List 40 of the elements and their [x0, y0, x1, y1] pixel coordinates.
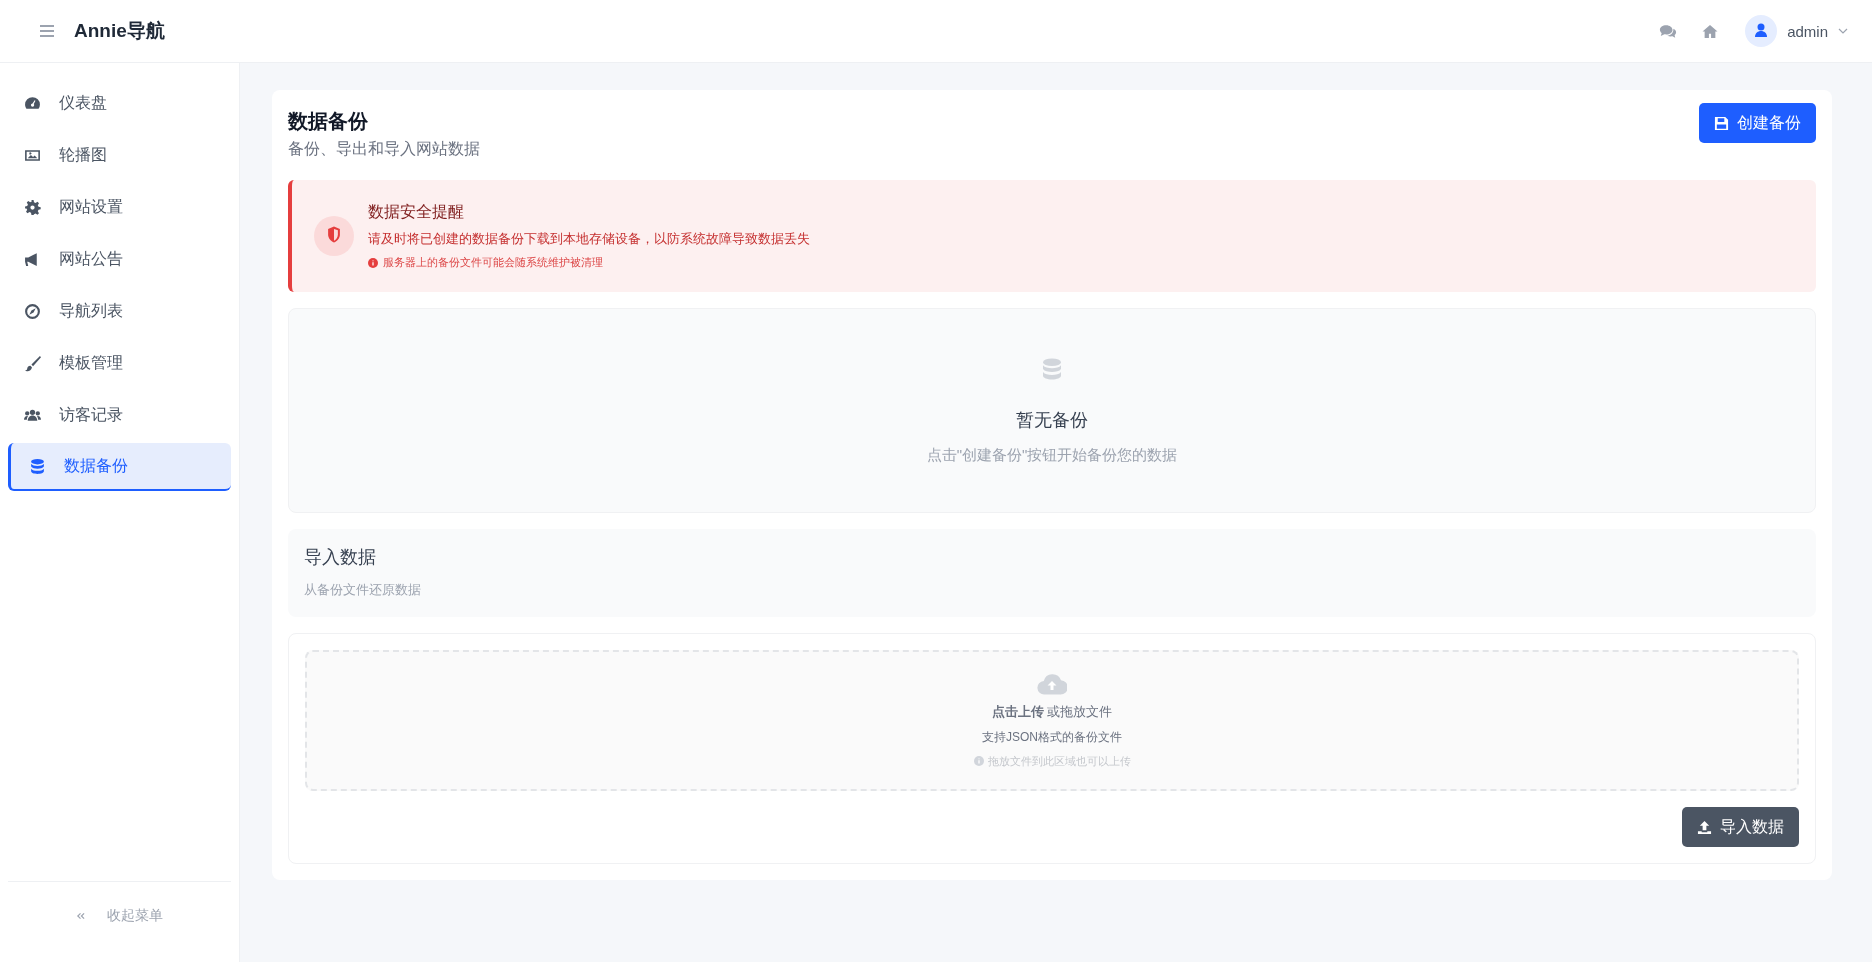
info-icon	[368, 257, 378, 268]
alert-note: 服务器上的备份文件可能会随系统维护被清理	[383, 255, 603, 270]
upload-hint: 支持JSON格式的备份文件	[982, 728, 1122, 746]
chevron-down-icon[interactable]	[1838, 28, 1848, 34]
import-title: 导入数据	[304, 546, 377, 569]
empty-hint: 点击"创建备份"按钮开始备份您的数据	[926, 446, 1178, 465]
sidebar-item[interactable]: 仪表盘	[8, 79, 231, 127]
double-chevron-left-icon	[76, 912, 85, 920]
database-icon	[29, 457, 46, 475]
gauge-icon	[24, 94, 41, 112]
sidebar-item[interactable]: 轮播图	[8, 131, 231, 179]
sidebar-item[interactable]: 导航列表	[8, 287, 231, 335]
info-icon	[973, 756, 984, 766]
alert-title: 数据安全提醒	[368, 202, 465, 222]
shield-icon	[314, 216, 354, 256]
upload-text: 点击上传 或拖放文件	[991, 702, 1113, 721]
create-backup-button[interactable]: 创建备份	[1699, 103, 1816, 143]
upload-icon	[1697, 819, 1712, 835]
sidebar-item[interactable]: 访客记录	[8, 391, 231, 439]
brand-title: Annie导航	[74, 19, 165, 43]
page-subtitle: 备份、导出和导入网站数据	[288, 139, 480, 159]
user-name[interactable]: admin	[1787, 22, 1828, 40]
home-icon[interactable]	[1701, 23, 1720, 39]
sidebar-item[interactable]: 网站公告	[8, 235, 231, 283]
gear-icon	[24, 198, 41, 216]
brush-icon	[24, 354, 41, 372]
chat-icon[interactable]	[1659, 23, 1678, 39]
cloud-upload-icon	[1037, 672, 1067, 695]
import-subtitle: 从备份文件还原数据	[304, 581, 422, 599]
database-icon	[1040, 356, 1064, 382]
avatar-icon[interactable]	[1745, 15, 1778, 47]
page-title: 数据备份	[288, 109, 369, 134]
menu-icon[interactable]	[40, 25, 54, 37]
import-data-button[interactable]: 导入数据	[1682, 807, 1799, 847]
sidebar-item[interactable]: 数据备份	[8, 443, 231, 491]
sidebar-item[interactable]: 模板管理	[8, 339, 231, 387]
alert-message: 请及时将已创建的数据备份下载到本地存储设备，以防系统故障导致数据丢失	[368, 230, 810, 248]
empty-title: 暂无备份	[1016, 409, 1088, 432]
compass-icon	[24, 302, 41, 320]
sidebar-item[interactable]: 网站设置	[8, 183, 231, 231]
